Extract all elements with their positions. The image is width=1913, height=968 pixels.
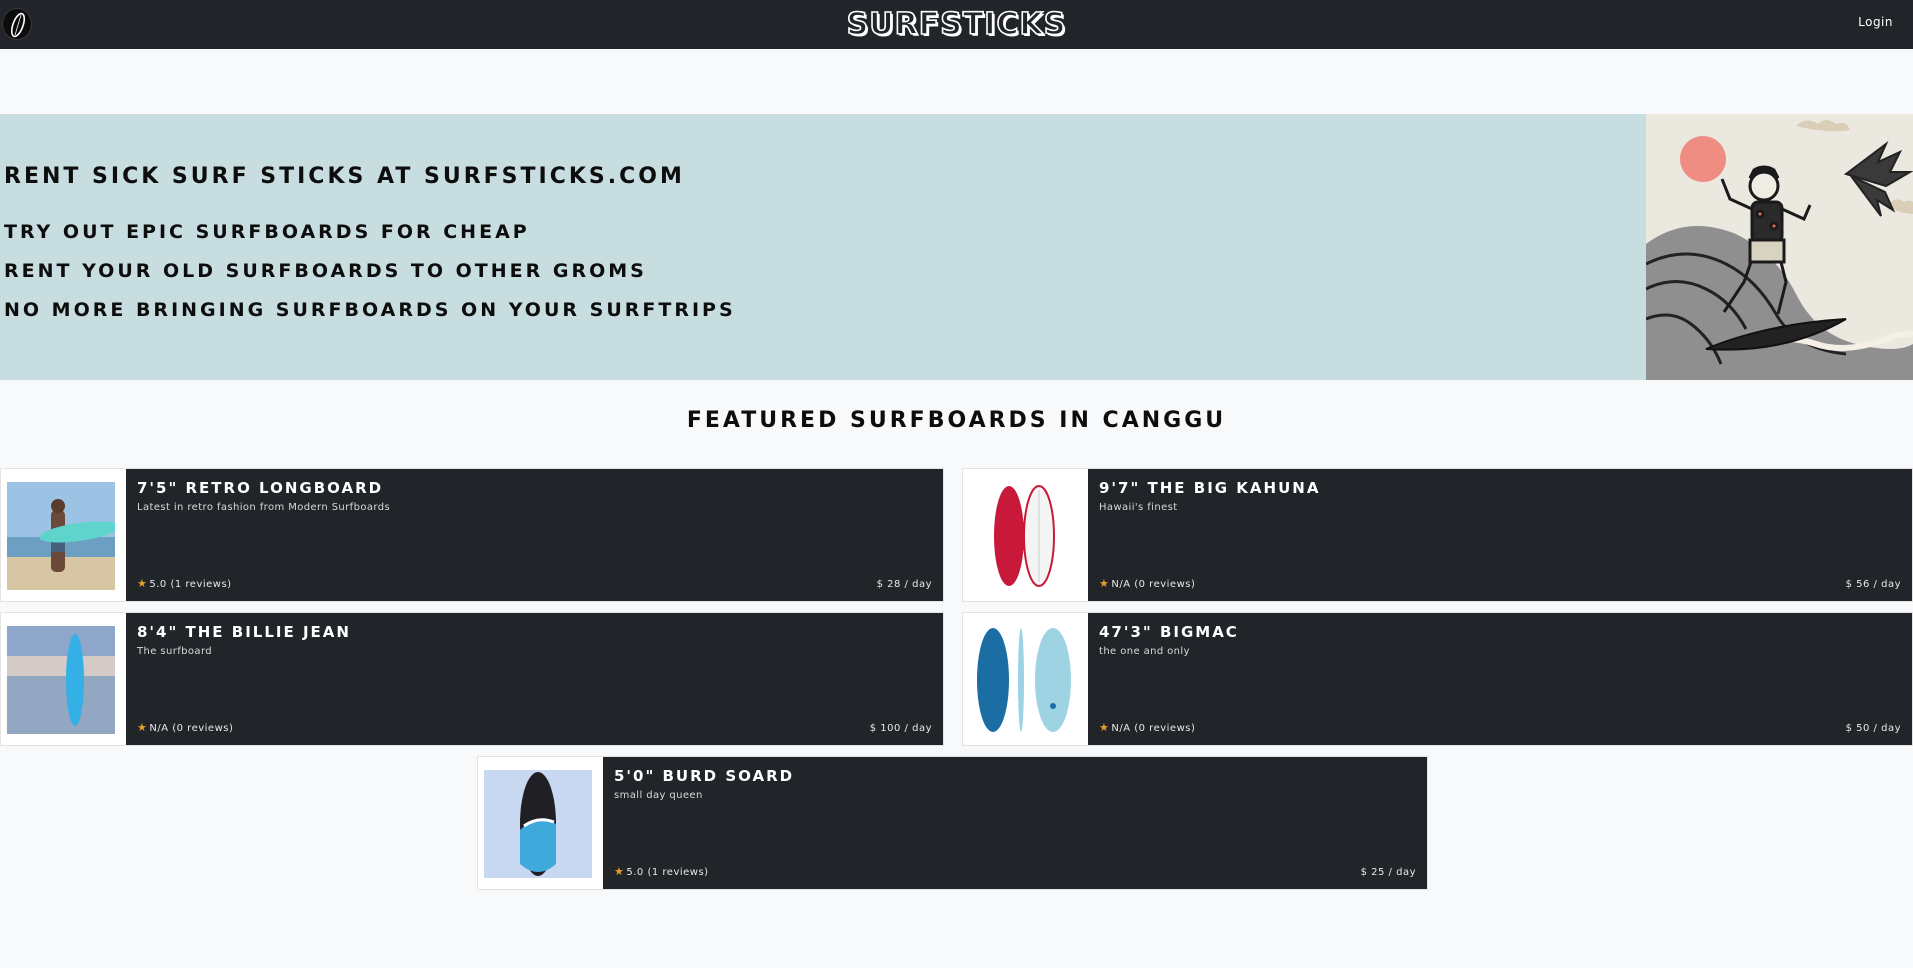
listing-card[interactable]: 47'3" BIGMAC the one and only ★ N/A (0 re… bbox=[962, 612, 1913, 746]
listing-card[interactable]: 5'0" Burd Soard small day queen ★ 5.0 (1 … bbox=[477, 756, 1428, 890]
listing-description: the one and only bbox=[1099, 646, 1190, 657]
listing-rating: ★ N/A (0 reviews) bbox=[1099, 721, 1195, 734]
rating-text: N/A (0 reviews) bbox=[1111, 579, 1196, 590]
featured-heading: Featured surfboards in Canggu bbox=[686, 408, 1227, 433]
star-icon: ★ bbox=[137, 577, 148, 590]
listing-description: The surfboard bbox=[137, 646, 213, 657]
listing-price: $ 25 / day bbox=[1360, 867, 1416, 878]
listing-price: $ 56 / day bbox=[1845, 579, 1901, 590]
star-icon: ★ bbox=[1099, 721, 1110, 734]
listing-info: 47'3" BIGMAC the one and only ★ N/A (0 re… bbox=[1088, 613, 1912, 745]
listing-description: Latest in retro fashion from Modern Surf… bbox=[137, 502, 391, 513]
listing-name[interactable]: 7'5" Retro Longboard bbox=[137, 479, 932, 497]
listing-price: $ 50 / day bbox=[1845, 723, 1901, 734]
login-link[interactable]: Login bbox=[1858, 15, 1893, 29]
rating-text: N/A (0 reviews) bbox=[1111, 723, 1196, 734]
listing-info: 8'4" The Billie Jean The surfboard ★ N/A … bbox=[126, 613, 943, 745]
star-icon: ★ bbox=[1099, 577, 1110, 590]
listing-name[interactable]: 9'7" The Big Kahuna bbox=[1099, 479, 1901, 497]
surfboard-photo bbox=[963, 469, 1088, 601]
rating-text: 5.0 (1 reviews) bbox=[626, 867, 709, 878]
listing-rating: ★ 5.0 (1 reviews) bbox=[137, 577, 232, 590]
listing-info: 5'0" Burd Soard small day queen ★ 5.0 (1 … bbox=[603, 757, 1427, 889]
listing-name[interactable]: 5'0" Burd Soard bbox=[614, 767, 1416, 785]
hero-banner: Rent sick surf sticks at surfsticks.com … bbox=[0, 114, 1913, 380]
surfboard-photo bbox=[478, 757, 603, 889]
brand-logo[interactable]: SURFSTICKS bbox=[846, 6, 1067, 43]
listing-name[interactable]: 47'3" BIGMAC bbox=[1099, 623, 1901, 641]
listing-info: 7'5" Retro Longboard Latest in retro fas… bbox=[126, 469, 943, 601]
listing-info: 9'7" The Big Kahuna Hawaii's finest ★ N/A… bbox=[1088, 469, 1912, 601]
listing-description: Hawaii's finest bbox=[1099, 502, 1178, 513]
star-icon: ★ bbox=[614, 865, 625, 878]
hero-title: Rent sick surf sticks at surfsticks.com bbox=[4, 164, 685, 189]
hero-text: Rent sick surf sticks at surfsticks.com … bbox=[4, 164, 736, 338]
hero-line-1: Try out epic surfboards for cheap bbox=[4, 221, 530, 243]
surfboard-photo bbox=[1, 469, 126, 601]
listing-name[interactable]: 8'4" The Billie Jean bbox=[137, 623, 932, 641]
listing-price: $ 28 / day bbox=[876, 579, 932, 590]
hero-line-2: Rent your old surfboards to other groms bbox=[4, 260, 647, 282]
star-icon: ★ bbox=[137, 721, 148, 734]
listing-rating: ★ 5.0 (1 reviews) bbox=[614, 865, 709, 878]
listing-price: $ 100 / day bbox=[869, 723, 932, 734]
listing-rating: ★ N/A (0 reviews) bbox=[137, 721, 233, 734]
rating-text: 5.0 (1 reviews) bbox=[149, 579, 232, 590]
listing-description: small day queen bbox=[614, 790, 703, 801]
surfboard-photo bbox=[963, 613, 1088, 745]
top-navbar: SURFSTICKS Login bbox=[0, 0, 1913, 49]
rating-text: N/A (0 reviews) bbox=[149, 723, 234, 734]
surfboard-photo bbox=[1, 613, 126, 745]
hero-line-3: No more bringing surfboards on your surf… bbox=[4, 299, 736, 321]
listing-rating: ★ N/A (0 reviews) bbox=[1099, 577, 1195, 590]
listing-card[interactable]: 7'5" Retro Longboard Latest in retro fas… bbox=[0, 468, 944, 602]
listing-card[interactable]: 8'4" The Billie Jean The surfboard ★ N/A … bbox=[0, 612, 944, 746]
listing-card[interactable]: 9'7" The Big Kahuna Hawaii's finest ★ N/A… bbox=[962, 468, 1913, 602]
skeleton-surfer-illustration bbox=[1646, 114, 1913, 380]
surfboard-logo-icon[interactable] bbox=[2, 8, 32, 40]
